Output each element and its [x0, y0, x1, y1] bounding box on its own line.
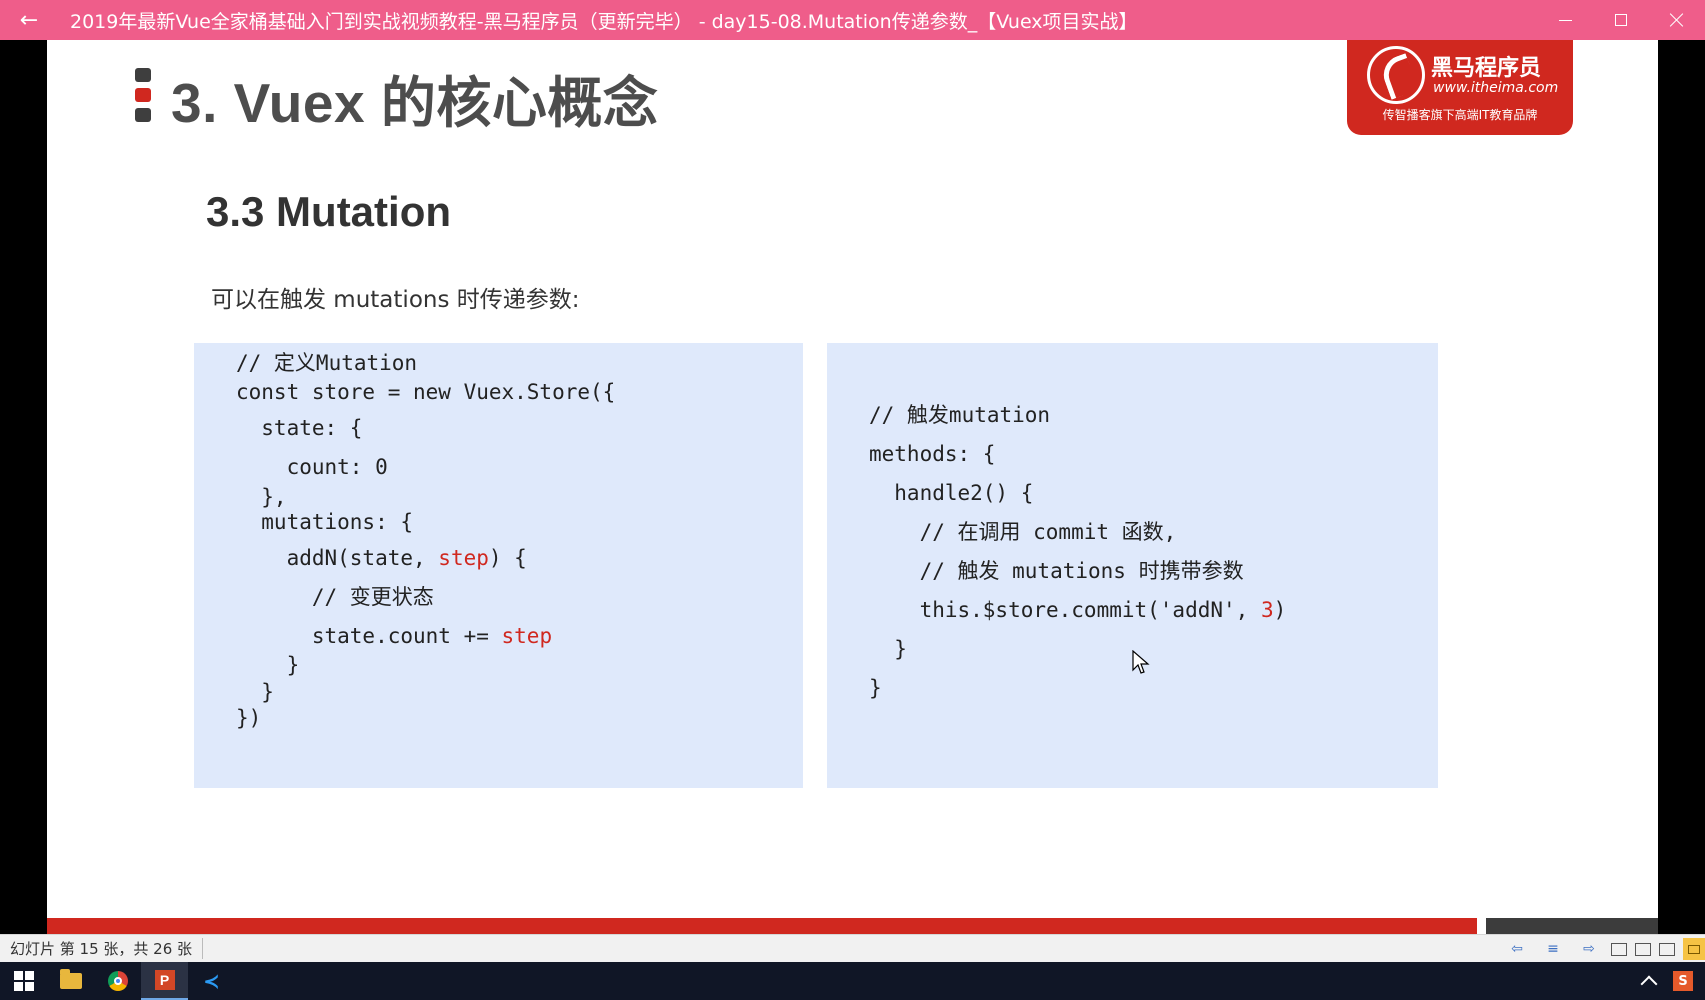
code-line: count: 0: [236, 455, 388, 479]
code-text: ) {: [488, 546, 527, 570]
code-line: },: [236, 485, 287, 509]
slide: 3. Vuex 的核心概念 黑马程序员 www.itheima.com 传智播客…: [47, 40, 1658, 934]
code-line: // 触发 mutations 时携带参数: [869, 559, 1244, 583]
slide-heading: 3. Vuex 的核心概念: [171, 72, 659, 134]
slideshow-button[interactable]: [1683, 938, 1705, 960]
code-line: handle2() {: [869, 481, 1034, 505]
taskbar-vscode[interactable]: ≺: [188, 962, 235, 1000]
code-line: }): [236, 706, 262, 730]
back-arrow-icon[interactable]: ←: [0, 0, 58, 40]
code-line: }: [236, 653, 300, 677]
start-button[interactable]: [0, 962, 47, 1000]
code-line: this.$store.commit('addN', 3): [869, 598, 1287, 622]
code-line: // 在调用 commit 函数,: [869, 520, 1177, 544]
code-line: const store = new Vuex.Store({: [236, 380, 616, 404]
logo-url: www.itheima.com: [1433, 80, 1559, 96]
section-title: 3.3 Mutation: [206, 188, 452, 235]
statusbar-controls: ⇦ ≡ ⇨: [1499, 935, 1705, 963]
brand-logo: 黑马程序员 www.itheima.com 传智播客旗下高端IT教育品牌: [1347, 40, 1573, 135]
code-block-define-mutation: // 定义Mutation const store = new Vuex.Sto…: [194, 343, 803, 788]
chrome-icon: [107, 971, 128, 991]
code-text: this.$store.commit('addN',: [869, 598, 1261, 622]
slideshow-icon: [1688, 944, 1700, 954]
window-title: 2019年最新Vue全家桶基础入门到实战视频教程-黑马程序员（更新完毕） - d…: [70, 10, 1138, 33]
system-tray: S: [1640, 962, 1705, 1000]
previous-slide-icon[interactable]: ⇦: [1506, 938, 1528, 960]
powerpoint-statusbar: 幻灯片 第 15 张，共 26 张 ⇦ ≡ ⇨: [0, 934, 1705, 962]
code-line: methods: {: [869, 442, 996, 466]
code-line: addN(state, step) {: [236, 548, 527, 569]
windows-logo-icon: [13, 971, 34, 991]
taskbar-file-explorer[interactable]: [47, 962, 94, 1000]
slide-footer-bar: [47, 918, 1477, 934]
mouse-pointer-icon: [1132, 650, 1150, 674]
code-param-highlight: step: [438, 546, 489, 570]
code-line: // 定义Mutation: [236, 351, 418, 375]
taskbar-powerpoint[interactable]: P: [141, 962, 188, 1000]
code-param-highlight: step: [501, 624, 553, 648]
code-line: }: [869, 637, 907, 661]
code-block-trigger-mutation: // 触发mutation methods: { handle2() { // …: [827, 343, 1438, 788]
windows-taskbar: P ≺ S: [0, 962, 1705, 1000]
code-line: state: {: [236, 416, 363, 440]
tray-app-icon[interactable]: S: [1673, 971, 1693, 991]
horse-logo-icon: [1367, 46, 1425, 104]
code-line: mutations: {: [236, 510, 414, 534]
intro-text: 可以在触发 mutations 时传递参数:: [211, 287, 580, 313]
folder-icon: [59, 969, 82, 989]
code-line: }: [869, 676, 882, 700]
minimize-icon: [1558, 19, 1572, 21]
code-line: state.count += step: [236, 626, 552, 647]
minimize-button[interactable]: [1537, 0, 1593, 40]
show-hidden-icons-chevron-icon[interactable]: [1640, 975, 1658, 993]
heading-bullet-icon: [135, 68, 151, 128]
code-line: // 触发mutation: [869, 403, 1051, 427]
maximize-button[interactable]: [1593, 0, 1649, 40]
powerpoint-icon: P: [154, 970, 175, 990]
window-controls: [1537, 0, 1705, 40]
notes-icon[interactable]: ≡: [1542, 938, 1564, 960]
code-line: }: [236, 680, 274, 704]
code-text: state.count +=: [236, 624, 502, 648]
maximize-icon: [1615, 14, 1627, 26]
code-line: // 变更状态: [236, 585, 434, 609]
window-titlebar: ← 2019年最新Vue全家桶基础入门到实战视频教程-黑马程序员（更新完毕） -…: [0, 0, 1705, 40]
logo-slogan: 传智播客旗下高端IT教育品牌: [1382, 108, 1538, 122]
code-text: ): [1273, 598, 1287, 622]
slide-footer-accent: [1486, 918, 1658, 934]
close-icon: [1669, 12, 1685, 28]
logo-name: 黑马程序员: [1431, 56, 1542, 81]
code-param-highlight: 3: [1260, 598, 1274, 622]
slide-sorter-view-icon[interactable]: [1635, 942, 1651, 956]
code-text: addN(state,: [236, 546, 439, 570]
next-slide-icon[interactable]: ⇨: [1578, 938, 1600, 960]
slide-counter: 幻灯片 第 15 张，共 26 张: [0, 938, 204, 959]
vscode-icon: ≺: [203, 969, 220, 993]
normal-view-icon[interactable]: [1611, 942, 1627, 956]
reading-view-icon[interactable]: [1659, 942, 1675, 956]
taskbar-chrome[interactable]: [94, 962, 141, 1000]
close-button[interactable]: [1649, 0, 1705, 40]
